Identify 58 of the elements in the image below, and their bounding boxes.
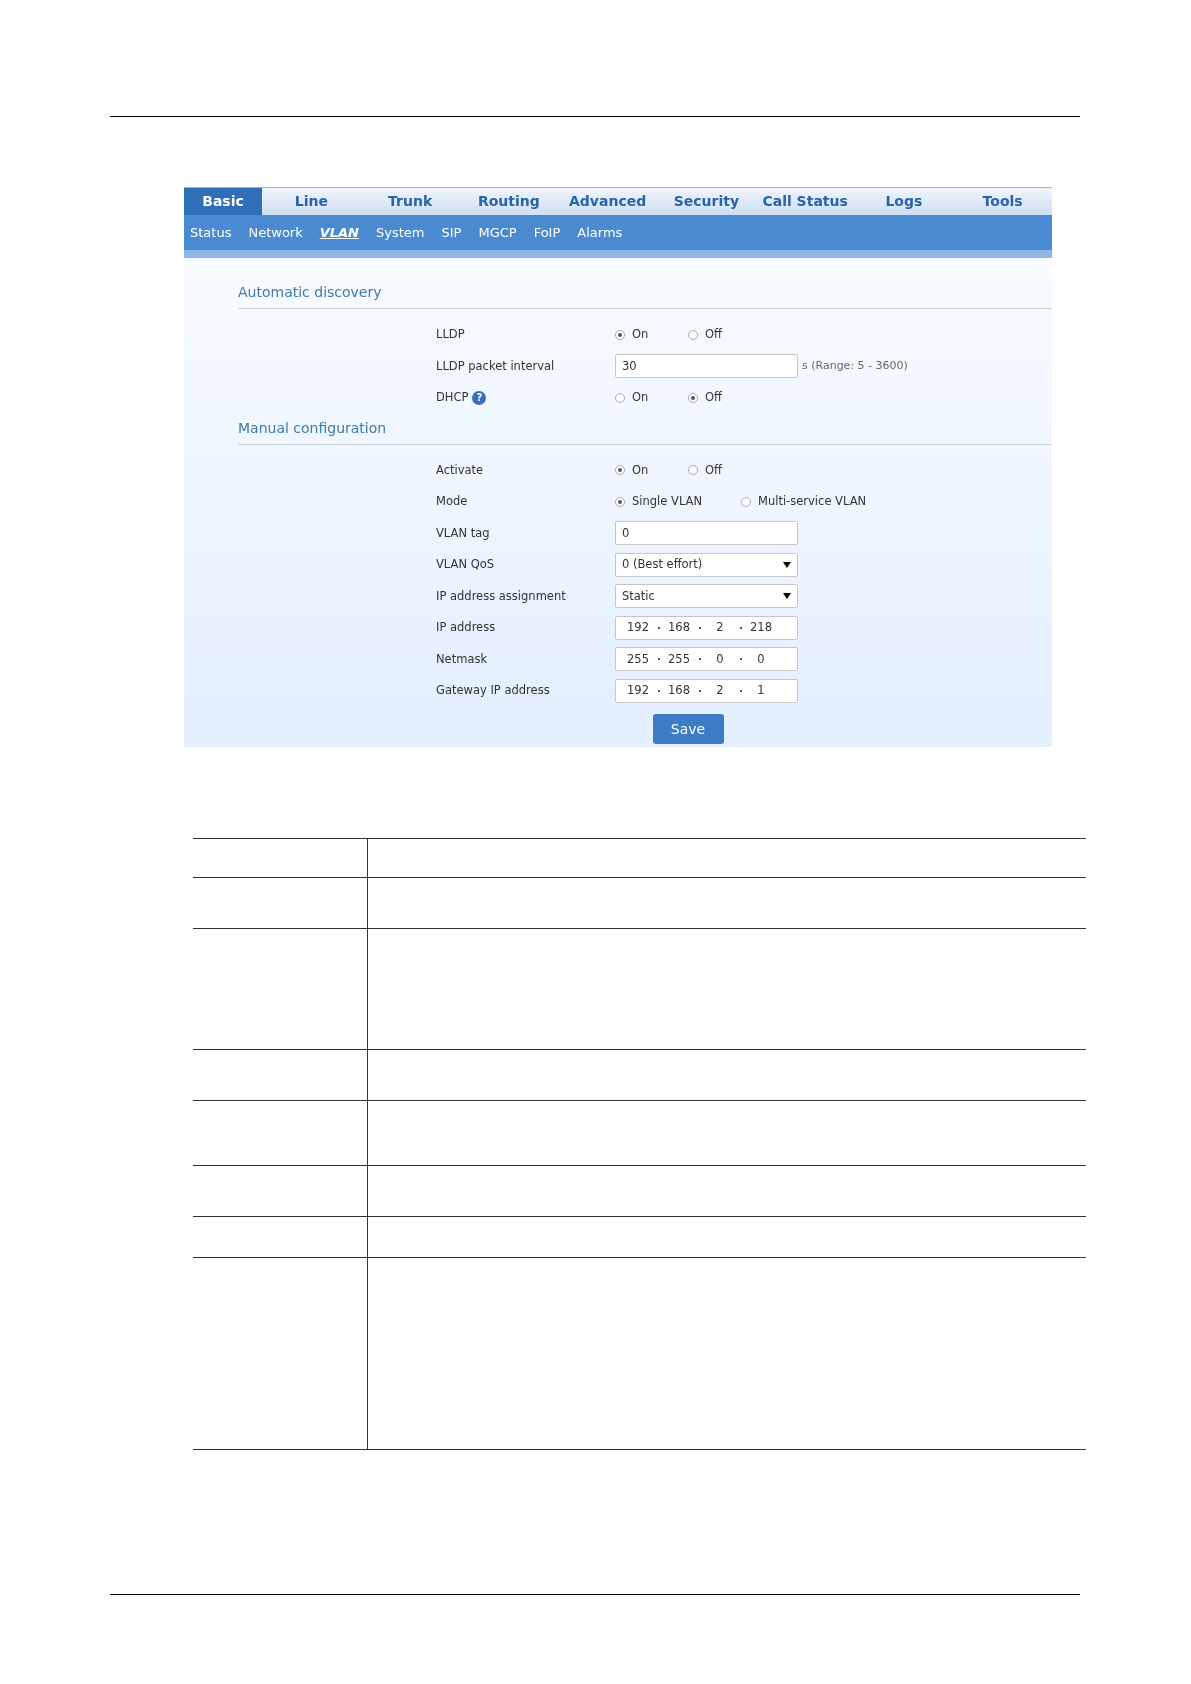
option-label: On <box>632 389 649 407</box>
nav-tab[interactable]: Routing <box>459 188 559 215</box>
ip-address-field[interactable]: 192 168 2 1 <box>615 678 798 703</box>
sub-tab[interactable]: Status <box>190 222 232 243</box>
help-icon[interactable]: ? <box>472 390 487 405</box>
option-label: Off <box>705 461 722 479</box>
dropdown[interactable]: Static <box>615 584 798 609</box>
field-label: VLAN tag <box>436 524 490 542</box>
field-label: DHCP <box>436 389 469 407</box>
nav-tab[interactable]: Advanced <box>558 188 657 215</box>
field-label: IP address <box>436 619 496 637</box>
field-label: Netmask <box>436 650 488 668</box>
sub-tab[interactable]: System <box>376 222 425 243</box>
option-label: Off <box>705 326 722 344</box>
save-button[interactable]: Save <box>652 714 724 744</box>
sub-tab[interactable]: Alarms <box>577 222 623 243</box>
field-label: VLAN QoS <box>436 556 495 574</box>
field-label: LLDP packet interval <box>436 357 555 375</box>
radio-button[interactable] <box>615 496 625 507</box>
option-label: On <box>632 326 649 344</box>
section-title: Automatic discovery <box>238 282 1052 309</box>
ip-address-field[interactable]: 255 255 0 0 <box>615 647 798 672</box>
radio-button[interactable] <box>688 392 698 403</box>
field-label: Activate <box>436 461 484 479</box>
dropdown[interactable]: 0 (Best effort) <box>615 552 798 577</box>
nav-tab[interactable]: Security <box>657 188 756 215</box>
nav-tab[interactable]: Tools <box>953 188 1052 215</box>
radio-button[interactable] <box>615 392 625 403</box>
radio-button[interactable] <box>688 465 698 476</box>
radio-button[interactable] <box>615 329 625 340</box>
field-label: Mode <box>436 493 468 511</box>
section-title: Manual configuration <box>238 417 1052 445</box>
nav-tab[interactable]: Call Status <box>755 188 855 215</box>
nav-tab[interactable]: Logs <box>854 188 954 215</box>
option-label: Multi-service VLAN <box>758 493 867 511</box>
sub-tab[interactable]: MGCP <box>478 222 517 243</box>
sub-tab[interactable]: VLAN <box>319 222 359 243</box>
radio-button[interactable] <box>688 329 698 340</box>
option-label: On <box>632 461 649 479</box>
option-label: Single VLAN <box>632 493 703 511</box>
sub-tab[interactable]: SIP <box>441 222 462 243</box>
radio-button[interactable] <box>615 465 625 476</box>
ip-address-field[interactable]: 192 168 2 218 <box>615 615 798 640</box>
text-field[interactable]: 0 <box>615 521 798 546</box>
nav-tab[interactable]: Trunk <box>360 188 460 215</box>
field-label: IP address assignment <box>436 587 566 605</box>
text-field[interactable]: 30 <box>615 354 798 379</box>
nav-tab[interactable]: Basic <box>184 188 262 215</box>
option-label: Off <box>705 389 722 407</box>
caret-icon <box>783 593 791 600</box>
field-label: Gateway IP address <box>436 682 550 700</box>
field-label: LLDP <box>436 326 465 344</box>
sub-tab[interactable]: FoIP <box>533 222 561 243</box>
radio-button[interactable] <box>741 496 751 507</box>
range-hint: s (Range: 5 - 3600) <box>802 358 908 374</box>
nav-tab[interactable]: Line <box>262 188 361 215</box>
sub-tab[interactable]: Network <box>248 222 303 243</box>
caret-icon <box>783 561 791 568</box>
